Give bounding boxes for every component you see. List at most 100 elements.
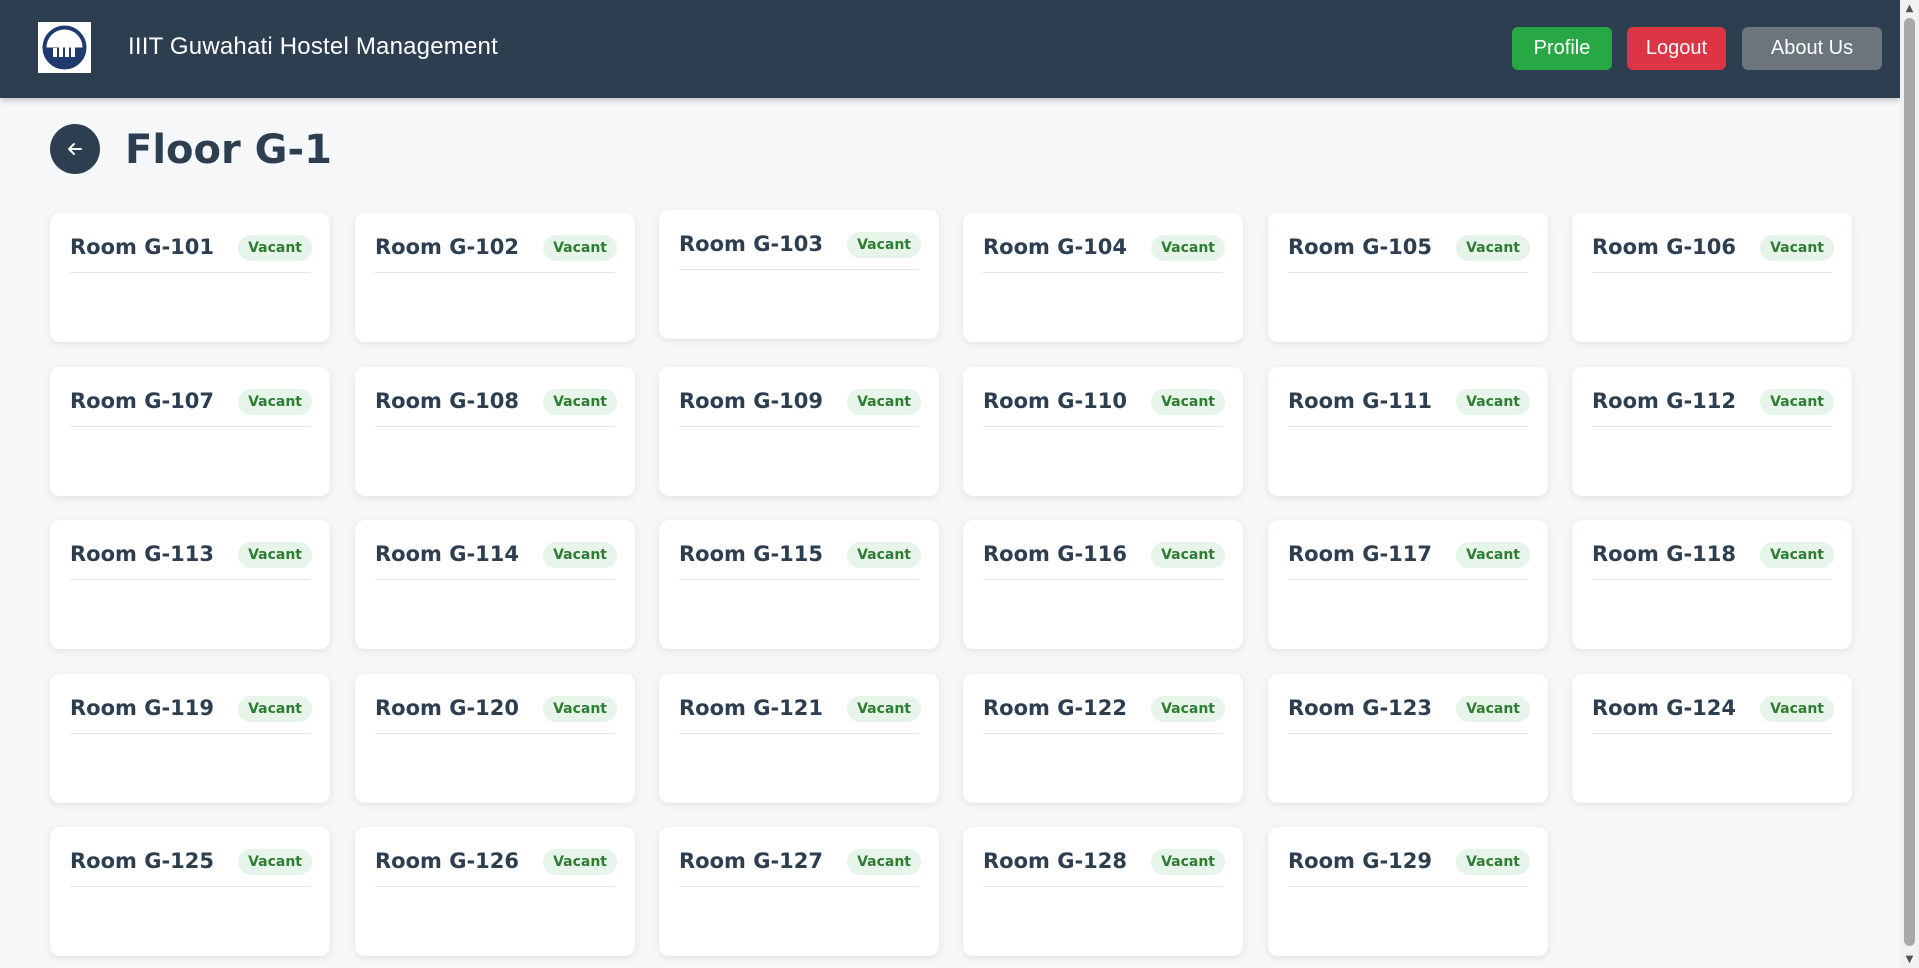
card-divider — [983, 886, 1223, 887]
room-name: Room G-126 — [375, 849, 520, 873]
card-divider — [70, 886, 310, 887]
status-badge: Vacant — [543, 389, 617, 415]
room-name: Room G-124 — [1592, 696, 1737, 720]
room-card[interactable]: Room G-112 Vacant — [1572, 367, 1852, 496]
room-name: Room G-120 — [375, 696, 520, 720]
room-name: Room G-119 — [70, 696, 215, 720]
logo[interactable] — [38, 22, 91, 73]
status-badge: Vacant — [238, 235, 312, 261]
room-card[interactable]: Room G-103 Vacant — [659, 210, 939, 339]
card-divider — [679, 426, 919, 427]
room-name: Room G-123 — [1288, 696, 1433, 720]
room-card[interactable]: Room G-119 Vacant — [50, 674, 330, 803]
room-name: Room G-101 — [70, 235, 215, 259]
room-card[interactable]: Room G-106 Vacant — [1572, 213, 1852, 342]
room-name: Room G-128 — [983, 849, 1128, 873]
card-divider — [983, 733, 1223, 734]
room-card[interactable]: Room G-107 Vacant — [50, 367, 330, 496]
room-card[interactable]: Room G-122 Vacant — [963, 674, 1243, 803]
room-name: Room G-109 — [679, 389, 824, 413]
room-card[interactable]: Room G-108 Vacant — [355, 367, 635, 496]
card-divider — [70, 272, 310, 273]
room-card[interactable]: Room G-109 Vacant — [659, 367, 939, 496]
card-divider — [375, 579, 615, 580]
status-badge: Vacant — [543, 696, 617, 722]
card-divider — [1592, 579, 1832, 580]
room-card[interactable]: Room G-127 Vacant — [659, 827, 939, 956]
room-card[interactable]: Room G-123 Vacant — [1268, 674, 1548, 803]
room-card[interactable]: Room G-101 Vacant — [50, 213, 330, 342]
room-card[interactable]: Room G-111 Vacant — [1268, 367, 1548, 496]
status-badge: Vacant — [1151, 542, 1225, 568]
scroll-down-arrow-icon[interactable]: ▼ — [1900, 951, 1919, 968]
card-divider — [983, 272, 1223, 273]
status-badge: Vacant — [847, 389, 921, 415]
status-badge: Vacant — [543, 542, 617, 568]
status-badge: Vacant — [1760, 696, 1834, 722]
room-card[interactable]: Room G-124 Vacant — [1572, 674, 1852, 803]
room-name: Room G-111 — [1288, 389, 1433, 413]
room-name: Room G-116 — [983, 542, 1128, 566]
room-name: Room G-110 — [983, 389, 1128, 413]
about-us-button[interactable]: About Us — [1742, 27, 1882, 70]
logo-icon — [42, 25, 87, 70]
scrollbar[interactable]: ▲ ▼ — [1900, 0, 1919, 968]
back-button[interactable] — [50, 124, 100, 174]
page-title: Floor G-1 — [125, 127, 332, 173]
status-badge: Vacant — [847, 232, 921, 258]
scroll-thumb[interactable] — [1904, 18, 1915, 946]
room-card[interactable]: Room G-121 Vacant — [659, 674, 939, 803]
room-card[interactable]: Room G-104 Vacant — [963, 213, 1243, 342]
card-divider — [679, 886, 919, 887]
card-divider — [1592, 733, 1832, 734]
room-name: Room G-112 — [1592, 389, 1737, 413]
room-card[interactable]: Room G-115 Vacant — [659, 520, 939, 649]
card-divider — [1288, 733, 1528, 734]
room-card[interactable]: Room G-128 Vacant — [963, 827, 1243, 956]
room-name: Room G-127 — [679, 849, 824, 873]
status-badge: Vacant — [1456, 389, 1530, 415]
card-divider — [70, 579, 310, 580]
status-badge: Vacant — [1456, 235, 1530, 261]
room-card[interactable]: Room G-110 Vacant — [963, 367, 1243, 496]
room-card[interactable]: Room G-125 Vacant — [50, 827, 330, 956]
room-card[interactable]: Room G-102 Vacant — [355, 213, 635, 342]
room-card[interactable]: Room G-129 Vacant — [1268, 827, 1548, 956]
room-name: Room G-129 — [1288, 849, 1433, 873]
card-divider — [375, 733, 615, 734]
status-badge: Vacant — [238, 696, 312, 722]
card-divider — [1288, 272, 1528, 273]
card-divider — [1592, 426, 1832, 427]
room-name: Room G-107 — [70, 389, 215, 413]
room-card[interactable]: Room G-113 Vacant — [50, 520, 330, 649]
scroll-up-arrow-icon[interactable]: ▲ — [1900, 0, 1919, 17]
logout-button[interactable]: Logout — [1627, 27, 1726, 70]
room-card[interactable]: Room G-116 Vacant — [963, 520, 1243, 649]
status-badge: Vacant — [847, 542, 921, 568]
room-name: Room G-118 — [1592, 542, 1737, 566]
status-badge: Vacant — [1151, 849, 1225, 875]
profile-button[interactable]: Profile — [1512, 27, 1612, 70]
room-card[interactable]: Room G-120 Vacant — [355, 674, 635, 803]
room-name: Room G-117 — [1288, 542, 1433, 566]
room-name: Room G-106 — [1592, 235, 1737, 259]
arrow-left-icon — [68, 143, 82, 155]
room-card[interactable]: Room G-105 Vacant — [1268, 213, 1548, 342]
room-name: Room G-114 — [375, 542, 520, 566]
room-name: Room G-102 — [375, 235, 520, 259]
card-divider — [679, 733, 919, 734]
room-card[interactable]: Room G-114 Vacant — [355, 520, 635, 649]
room-card[interactable]: Room G-126 Vacant — [355, 827, 635, 956]
room-card[interactable]: Room G-118 Vacant — [1572, 520, 1852, 649]
status-badge: Vacant — [238, 389, 312, 415]
status-badge: Vacant — [1760, 235, 1834, 261]
card-divider — [375, 426, 615, 427]
card-divider — [70, 733, 310, 734]
status-badge: Vacant — [1456, 849, 1530, 875]
room-name: Room G-113 — [70, 542, 215, 566]
room-card[interactable]: Room G-117 Vacant — [1268, 520, 1548, 649]
status-badge: Vacant — [238, 849, 312, 875]
status-badge: Vacant — [543, 235, 617, 261]
status-badge: Vacant — [1151, 696, 1225, 722]
app-title: IIIT Guwahati Hostel Management — [128, 33, 498, 60]
